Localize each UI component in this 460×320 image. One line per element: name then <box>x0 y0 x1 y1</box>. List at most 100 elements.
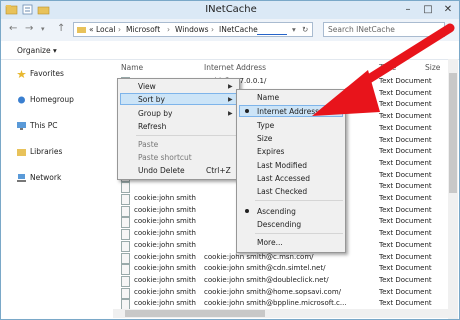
context-menu: View ▶ Sort by ▶ Group by ▶ Refresh Past… <box>117 78 240 180</box>
scroll-thumb[interactable] <box>125 310 265 317</box>
text-file-icon <box>121 182 130 194</box>
menu-item-group-by[interactable]: Group by <box>138 109 172 118</box>
menu-shortcut-undo: Ctrl+Z <box>206 166 231 175</box>
menu-item-undo-delete[interactable]: Undo Delete <box>138 166 185 175</box>
text-file-icon <box>121 240 130 252</box>
sort-option-last-checked[interactable]: Last Checked <box>257 187 307 196</box>
dropdown-icon[interactable]: ▾ <box>292 25 296 34</box>
cell-name: cookie:john smith <box>134 240 196 249</box>
breadcrumb-separator: › <box>211 25 214 34</box>
radio-selected-icon <box>245 209 249 213</box>
table-row[interactable]: cookie:john smith cookie:john smith@home.… <box>121 287 441 299</box>
cell-type: Text Document <box>379 275 432 284</box>
sidebar-item-label: Favorites <box>30 69 64 78</box>
sidebar-item-label: Homegroup <box>30 95 74 104</box>
sort-option-expires[interactable]: Expires <box>257 147 284 156</box>
cell-internet-address: cookie:john smith@bppline.microsoft.c... <box>204 299 347 308</box>
cell-name: cookie:john smith <box>134 264 196 273</box>
cell-type: Text Document <box>379 194 432 202</box>
text-file-icon <box>121 205 130 217</box>
breadcrumb-windows[interactable]: Windows <box>175 25 208 34</box>
sidebar-item-libraries[interactable]: Libraries <box>17 147 62 156</box>
cell-name: cookie:john smith <box>134 252 196 261</box>
breadcrumb-inetcache[interactable]: INetCache <box>219 25 258 34</box>
sort-option-last-accessed[interactable]: Last Accessed <box>257 174 310 183</box>
cell-internet-address: cookie:john smith@home.sopsavi.com/ <box>204 287 341 296</box>
sort-option-type[interactable]: Type <box>257 121 274 130</box>
sidebar-item-this-pc[interactable]: This PC <box>17 121 57 130</box>
submenu-arrow-icon: ▶ <box>228 83 233 90</box>
network-icon <box>17 174 26 182</box>
cell-name: cookie:john smith <box>134 194 196 202</box>
star-icon <box>17 70 26 78</box>
library-icon <box>17 148 26 156</box>
computer-icon <box>17 122 26 130</box>
forward-icon[interactable]: → <box>25 23 33 34</box>
sort-option-name[interactable]: Name <box>257 93 279 102</box>
table-row[interactable]: cookie:john smith cookie:john smith@cdn.s… <box>121 263 441 276</box>
column-header-name[interactable]: Name <box>121 63 143 72</box>
cell-name: cookie:john smith <box>134 229 196 238</box>
text-file-icon <box>121 194 130 205</box>
breadcrumb-local[interactable]: « Local <box>89 25 115 34</box>
sidebar-item-label: Libraries <box>30 147 63 156</box>
horizontal-scrollbar[interactable] <box>113 309 449 318</box>
menu-item-sort-by[interactable]: Sort by <box>138 95 165 104</box>
cell-type: Text Document <box>379 229 432 238</box>
cell-type: Text Document <box>379 240 432 249</box>
cell-internet-address: cookie:john smith@doubleclick.net/ <box>204 275 329 284</box>
annotation-arrow-icon <box>312 23 455 116</box>
cell-type: Text Document <box>379 170 432 179</box>
cell-type: Text Document <box>379 252 432 261</box>
sort-option-ascending[interactable]: Ascending <box>257 207 296 216</box>
sort-option-descending[interactable]: Descending <box>257 220 301 229</box>
properties-icon[interactable] <box>21 3 34 16</box>
cell-type: Text Document <box>379 299 432 308</box>
menu-item-paste-shortcut[interactable]: Paste shortcut <box>138 153 192 162</box>
sidebar-item-label: This PC <box>30 121 58 130</box>
close-button[interactable]: ✕ <box>439 2 457 17</box>
menu-item-refresh[interactable]: Refresh <box>138 122 166 131</box>
minimize-button[interactable]: – <box>399 2 417 17</box>
table-row[interactable]: cookie:john smith cookie:john smith@bppli… <box>121 298 441 311</box>
cell-type: Text Document <box>379 135 432 144</box>
text-file-icon <box>121 264 130 276</box>
navigation-pane: Favorites Homegroup This PC Libraries Ne… <box>1 59 113 319</box>
organize-button[interactable]: Organize ▾ <box>17 46 57 55</box>
sort-option-size[interactable]: Size <box>257 134 272 143</box>
sidebar-item-network[interactable]: Network <box>17 173 61 182</box>
breadcrumb-separator: › <box>167 25 170 34</box>
table-row[interactable]: cookie:john smith cookie:john smith@c.msn… <box>121 252 441 264</box>
breadcrumb-separator: › <box>118 25 121 34</box>
cell-type: Text Document <box>379 205 432 214</box>
cell-type: Text Document <box>379 158 432 167</box>
cell-type: Text Document <box>379 287 432 296</box>
text-file-icon <box>121 229 130 241</box>
cell-name: cookie:john smith <box>134 287 196 296</box>
address-box[interactable]: « Local › Microsoft › Windows › INetCach… <box>73 22 313 37</box>
sort-option-last-modified[interactable]: Last Modified <box>257 161 307 170</box>
sort-option-more[interactable]: More... <box>257 238 283 247</box>
cell-type: Text Document <box>379 217 432 226</box>
menu-item-paste[interactable]: Paste <box>138 140 158 149</box>
table-row[interactable]: cookie:john smith cookie:john smith@doubl… <box>121 275 441 287</box>
new-folder-icon[interactable] <box>37 3 50 16</box>
sidebar-item-favorites[interactable]: Favorites <box>17 69 64 78</box>
recent-locations-icon[interactable]: ▾ <box>41 25 45 33</box>
breadcrumb-microsoft[interactable]: Microsoft <box>126 25 160 34</box>
cell-name: cookie:john smith <box>134 275 196 284</box>
cell-name: cookie:john smith <box>134 299 196 308</box>
menu-item-view[interactable]: View <box>138 82 156 91</box>
column-header-internet-address[interactable]: Internet Address <box>204 63 266 72</box>
cell-type: Text Document <box>379 182 432 191</box>
up-icon[interactable]: ↑ <box>57 23 65 34</box>
text-file-icon <box>121 217 130 229</box>
back-icon[interactable]: ← <box>9 23 17 34</box>
maximize-button[interactable]: □ <box>419 2 437 17</box>
homegroup-icon <box>17 96 26 104</box>
submenu-arrow-icon: ▶ <box>228 96 233 103</box>
menu-separator <box>136 135 236 136</box>
cell-type: Text Document <box>379 264 432 273</box>
sidebar-item-homegroup[interactable]: Homegroup <box>17 95 74 104</box>
cell-name: cookie:john smith <box>134 217 196 226</box>
